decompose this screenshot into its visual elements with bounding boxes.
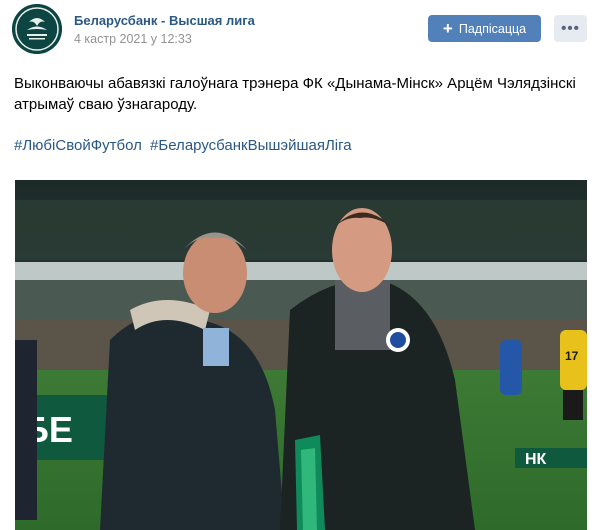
hashtags: #ЛюбіСвойФутбол #БеларусбанкВышэйшаяЛіга	[14, 135, 356, 156]
author-name[interactable]: Беларусбанк - Высшая лига	[74, 13, 255, 28]
player-number: 17	[565, 349, 579, 363]
plus-icon: +	[442, 18, 453, 38]
post-date[interactable]: 4 кастр 2021 у 12:33	[74, 32, 192, 46]
community-avatar[interactable]	[12, 4, 62, 54]
subscribe-button[interactable]: + Падпісацца	[428, 15, 541, 42]
post-text: Выконваючы абавязкі галоўнага трэнера ФК…	[14, 75, 576, 113]
hashtag-link[interactable]: #БеларусбанкВышэйшаяЛіга	[150, 137, 352, 154]
more-options-button[interactable]: •••	[554, 15, 587, 42]
post-photo[interactable]: БЕ НК 17	[15, 180, 587, 530]
banner-text-right: НК	[525, 451, 547, 468]
more-icon: •••	[561, 20, 580, 37]
hashtag-link[interactable]: #ЛюбіСвойФутбол	[14, 137, 142, 154]
subscribe-label: Падпісацца	[458, 21, 527, 36]
post-card: Беларусбанк - Высшая лига 4 кастр 2021 у…	[0, 0, 600, 530]
